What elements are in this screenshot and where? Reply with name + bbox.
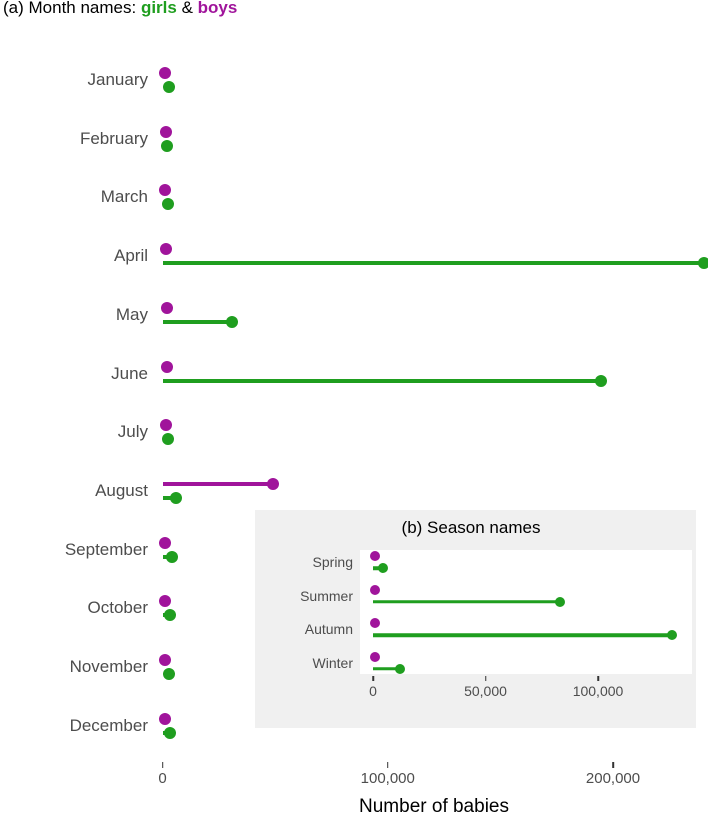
boys-point-july	[159, 419, 172, 432]
panel-b-y-label-summer: Summer	[300, 587, 353, 604]
y-axis-label-december: December	[69, 715, 148, 735]
boys-line-august	[162, 481, 273, 486]
y-axis-label-february: February	[79, 128, 148, 148]
y-axis-label-october: October	[87, 598, 148, 618]
girls-line-may	[162, 319, 233, 324]
panel-b-x-ticklabel-1: 50,000	[464, 683, 507, 699]
x-axis-title: Number of babies	[359, 796, 509, 817]
panel-b-boys-point-winter	[369, 651, 380, 662]
girls-line-september	[162, 554, 172, 559]
girls-point-november	[163, 668, 176, 680]
x-axis-tick-a-1	[386, 762, 389, 768]
y-axis-label-january: January	[87, 70, 148, 89]
panel-b-container: (b) Season names Spring Summer Autumn Winte…	[255, 510, 696, 728]
panel-b-x-ticklabel-0: 0	[369, 683, 377, 699]
legend-girls-label: girls	[140, 0, 177, 17]
panel-b-plot-area	[360, 550, 692, 674]
boys-point-january	[158, 67, 171, 79]
chart-root: (a) Month names: girls & boys January Feb…	[0, 0, 708, 818]
boys-point-june	[161, 360, 173, 373]
boys-point-august	[266, 477, 279, 490]
girls-point-september	[165, 550, 178, 563]
x-axis-ticklabel-a-0: 0	[158, 770, 167, 787]
panel-b-girls-point-spring	[378, 563, 389, 573]
boys-point-september	[159, 536, 172, 549]
panel-b-y-label-autumn: Autumn	[304, 621, 353, 637]
panel-b-x-tick-1	[484, 676, 487, 681]
panel-a-title: (a) Month names: girls & boys	[3, 0, 237, 18]
girls-line-april	[162, 261, 704, 266]
boys-point-november	[159, 654, 172, 666]
boys-point-april	[159, 243, 172, 256]
boys-point-march	[159, 184, 172, 197]
x-axis-ticklabel-a-2: 200,000	[585, 770, 641, 787]
girls-point-june	[595, 374, 608, 387]
panel-b-girls-line-autumn	[373, 633, 673, 637]
panel-b-girls-point-winter	[395, 663, 405, 674]
boys-point-may	[160, 301, 173, 314]
y-axis-label-november: November	[69, 657, 148, 676]
y-axis-label-august: August	[95, 480, 148, 500]
panel-b-girls-point-autumn	[667, 630, 678, 640]
panel-b-girls-line-summer	[373, 599, 560, 604]
panel-b-boys-point-summer	[369, 584, 380, 595]
panel-b-boys-point-spring	[369, 551, 380, 561]
y-axis-label-september: September	[64, 539, 148, 559]
boys-point-february	[159, 125, 172, 138]
girls-point-march	[162, 198, 175, 211]
y-axis-label-june: June	[111, 363, 148, 383]
girls-line-december	[162, 730, 171, 735]
girls-point-july	[162, 433, 175, 446]
x-axis-tick-a-0	[161, 762, 164, 768]
girls-point-april	[698, 257, 708, 270]
girls-point-may	[226, 315, 239, 328]
x-axis-ticklabel-a-1: 100,000	[360, 770, 415, 787]
y-axis-label-april: April	[113, 246, 148, 266]
panel-b-girls-point-summer	[554, 596, 565, 607]
legend-boys-label: boys	[197, 0, 238, 17]
panel-b-title: (b) Season names	[401, 518, 541, 537]
panel-b-x-ticklabel-2: 100,000	[572, 683, 624, 699]
x-axis-tick-a-2	[612, 762, 614, 768]
panel-b-y-label-spring: Spring	[312, 554, 353, 570]
panel-a-title-amp: &	[176, 0, 198, 17]
panel-b-x-tick-0	[372, 676, 374, 681]
girls-point-december	[164, 726, 177, 739]
boys-point-october	[158, 595, 171, 608]
y-axis-label-july: July	[117, 422, 148, 442]
panel-b-boys-point-autumn	[369, 618, 380, 628]
boys-point-december	[158, 712, 171, 725]
girls-point-january	[163, 81, 176, 93]
girls-line-june	[162, 378, 602, 383]
y-axis-label-may: May	[115, 304, 148, 324]
girls-line-october	[162, 613, 171, 618]
girls-point-october	[164, 609, 177, 622]
y-axis-label-march: March	[100, 187, 148, 207]
girls-point-august	[170, 491, 182, 504]
girls-point-february	[161, 139, 173, 152]
girls-line-august	[162, 495, 176, 500]
panel-b-x-tick-2	[597, 676, 599, 681]
panel-b-y-label-winter: Winter	[312, 654, 353, 671]
panel-a-title-prefix: (a) Month names:	[3, 0, 141, 17]
